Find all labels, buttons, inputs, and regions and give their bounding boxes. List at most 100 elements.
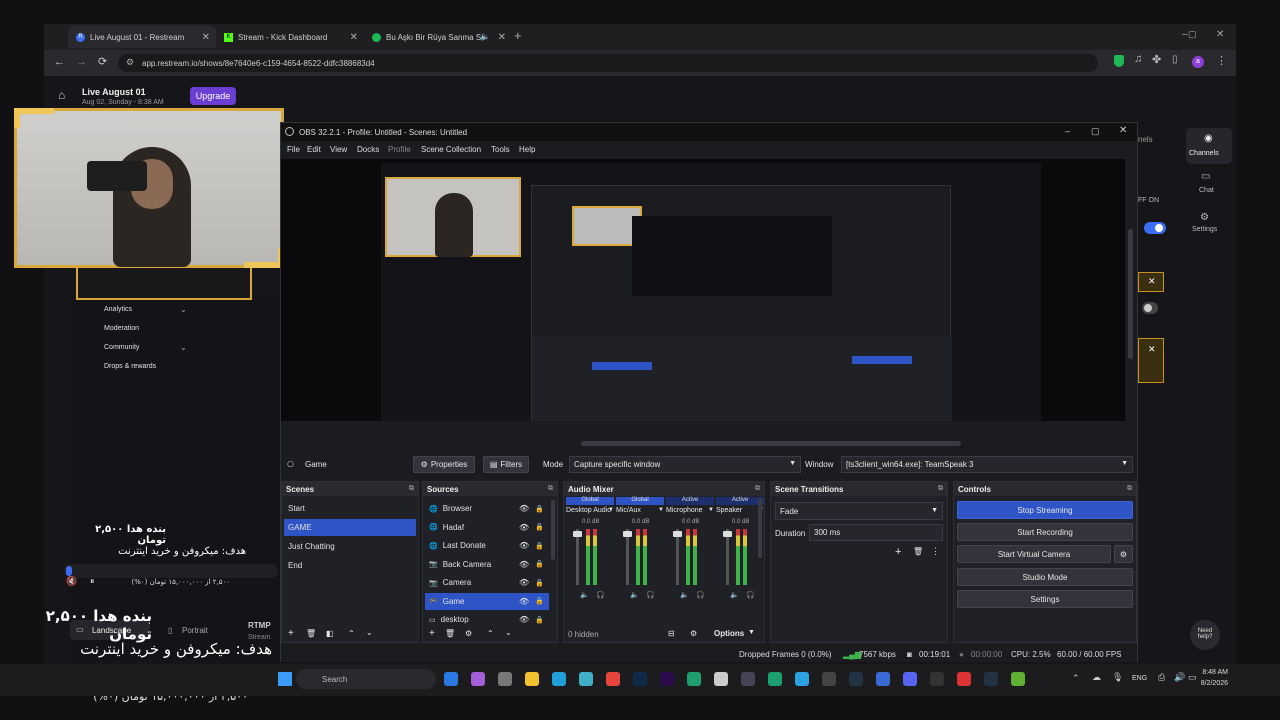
lock-icon[interactable]: 🔒 [535, 579, 544, 587]
add-icon[interactable]: + [895, 546, 901, 558]
sources-scrollbar[interactable] [551, 500, 555, 560]
source-item[interactable]: 🌐 Browser 👁 🔒 [425, 500, 549, 517]
gear-icon[interactable]: ⚙ [465, 629, 472, 638]
app-icon[interactable] [957, 672, 971, 686]
capcut-icon[interactable] [714, 672, 728, 686]
chevron-up-icon[interactable]: ⌃ [1072, 673, 1080, 684]
back-icon[interactable]: ← [54, 56, 65, 68]
lock-icon[interactable]: 🔒 [535, 542, 544, 550]
undock-icon[interactable]: ⧉ [938, 485, 943, 493]
layout-portrait-button[interactable]: Portrait [182, 626, 208, 635]
trash-icon[interactable]: 🗑 [913, 547, 923, 556]
microphone-icon[interactable]: 🎙 [1112, 672, 1123, 683]
mode-select[interactable]: Capture specific window ▼ [569, 456, 801, 473]
source-item[interactable]: 📷 Camera 👁 🔒 [425, 574, 549, 591]
menu-scene-collection[interactable]: Scene Collection [421, 145, 481, 154]
close-icon[interactable]: ✕ [498, 32, 506, 43]
pause-icon[interactable]: ⏸ [90, 576, 95, 587]
close-icon[interactable]: ✕ [1148, 344, 1156, 355]
sidebar-item-community[interactable]: Community [104, 344, 139, 351]
start-recording-button[interactable]: Start Recording [957, 523, 1133, 541]
lock-icon[interactable]: 🔒 [535, 597, 544, 605]
profile-avatar[interactable]: a [1192, 56, 1204, 68]
minimize-button[interactable]: – [1065, 126, 1070, 136]
eye-icon[interactable]: 👁 [519, 560, 529, 569]
stop-streaming-button[interactable]: Stop Streaming [957, 501, 1133, 519]
steam-icon[interactable] [984, 672, 998, 686]
virtual-camera-settings-button[interactable]: ⚙ [1114, 545, 1133, 563]
lock-icon[interactable]: 🔒 [535, 616, 544, 624]
chevron-down-icon[interactable]: ▼ [608, 507, 614, 513]
lock-icon[interactable]: 🔒 [535, 560, 544, 568]
app-icon[interactable] [1011, 672, 1025, 686]
shield-extension-icon[interactable] [1114, 55, 1124, 67]
close-window-button[interactable]: ✕ [1216, 29, 1224, 40]
obs-icon[interactable] [822, 672, 836, 686]
sidebar-item-moderation[interactable]: Moderation [104, 325, 139, 332]
volume-slider[interactable] [573, 529, 582, 585]
language-indicator[interactable]: ENG [1132, 675, 1147, 682]
site-info-icon[interactable]: ⚙ [126, 57, 134, 68]
menu-docks[interactable]: Docks [357, 145, 379, 154]
extensions-icon[interactable]: ✤ [1152, 53, 1161, 66]
obs-preview[interactable] [281, 159, 1125, 435]
volume-icon[interactable]: 🔊 [1174, 672, 1185, 683]
headphones-icon[interactable]: 🎧 [596, 591, 605, 599]
layout-icon[interactable]: ⊟ [668, 629, 675, 638]
volume-slider[interactable] [673, 529, 682, 585]
eye-icon[interactable]: 👁 [519, 597, 529, 606]
clock-time[interactable]: 8:48 AM [1196, 669, 1228, 676]
menu-tools[interactable]: Tools [491, 145, 510, 154]
file-explorer-icon[interactable] [525, 672, 539, 686]
undock-icon[interactable]: ⧉ [755, 485, 760, 493]
close-window-button[interactable]: ✕ [1119, 125, 1127, 136]
minimize-button[interactable]: – [1182, 29, 1188, 40]
chat-icon[interactable]: ▭ [1201, 171, 1210, 182]
upgrade-button[interactable]: Upgrade [190, 87, 236, 105]
edge-icon[interactable] [552, 672, 566, 686]
scene-item[interactable]: End [284, 557, 416, 574]
app-icon[interactable] [687, 672, 701, 686]
menu-help[interactable]: Help [519, 145, 535, 154]
volume-slider[interactable] [623, 529, 632, 585]
cloud-icon[interactable]: ☁ [1092, 672, 1101, 683]
new-tab-button[interactable]: + [514, 28, 522, 43]
reload-icon[interactable]: ⟳ [98, 55, 107, 68]
network-icon[interactable]: ⎙ [1158, 672, 1165, 683]
sidebar-item-drops[interactable]: Drops & rewards [104, 363, 156, 370]
filter-icon[interactable]: ◧ [326, 629, 334, 638]
menu-view[interactable]: View [330, 145, 347, 154]
channel-toggle-on[interactable] [1144, 222, 1166, 234]
more-icon[interactable]: ⋮ [931, 546, 940, 557]
task-manager-icon[interactable] [498, 672, 512, 686]
headphones-icon[interactable]: 🎧 [646, 591, 655, 599]
start-virtual-camera-button[interactable]: Start Virtual Camera [957, 545, 1111, 563]
mute-icon[interactable]: 🔇 [66, 576, 77, 587]
chevron-down-icon[interactable]: ⌄ [366, 628, 373, 637]
app-icon[interactable] [876, 672, 890, 686]
scene-item[interactable]: GAME [284, 519, 416, 536]
chrome-icon[interactable] [606, 672, 620, 686]
chevron-up-icon[interactable]: ⌃ [348, 629, 355, 638]
trash-icon[interactable]: 🗑 [445, 629, 455, 638]
nav-channels[interactable]: ◉ Channels [1186, 128, 1232, 164]
source-item[interactable]: 🎮 Game 👁 🔒 [425, 592, 549, 610]
speaker-icon[interactable]: 🔈 [730, 591, 739, 599]
filters-button[interactable]: ▤ Filters [483, 456, 529, 473]
eye-icon[interactable]: 👁 [519, 504, 529, 513]
headphones-icon[interactable]: 🎧 [746, 591, 755, 599]
trash-icon[interactable]: 🗑 [306, 629, 316, 638]
volume-slider[interactable] [723, 529, 732, 585]
speaker-icon[interactable]: 🔈 [630, 591, 639, 599]
taskbar-search[interactable]: Search [296, 669, 436, 689]
premiere-icon[interactable] [660, 672, 674, 686]
source-item[interactable]: 🌐 Last Donate 👁 🔒 [425, 537, 549, 554]
settings-icon[interactable]: ⚙ [690, 629, 697, 638]
preview-scrollbar[interactable] [1125, 159, 1137, 435]
close-icon[interactable]: ✕ [1148, 276, 1156, 287]
options-button[interactable]: Options [714, 629, 744, 638]
menu-icon[interactable]: ⋮ [1216, 54, 1227, 67]
pen-icon[interactable] [741, 672, 755, 686]
channel-toggle-off[interactable] [1142, 302, 1158, 314]
add-icon[interactable]: + [429, 628, 435, 639]
